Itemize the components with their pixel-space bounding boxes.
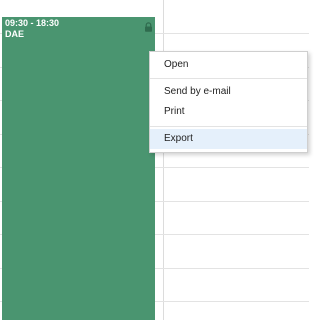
menu-item-print[interactable]: Print xyxy=(150,102,307,122)
event-time-range: 09:30 - 18:30 xyxy=(5,18,60,28)
lock-icon xyxy=(144,19,153,32)
menu-item-export[interactable]: Export xyxy=(150,129,307,149)
menu-separator xyxy=(150,126,307,127)
calendar-event[interactable]: 09:30 - 18:30 DAE xyxy=(2,17,155,320)
menu-item-open[interactable]: Open xyxy=(150,55,307,75)
event-title: DAE xyxy=(5,29,25,39)
context-menu: Open Send by e-mail Print Export xyxy=(149,51,308,153)
menu-separator xyxy=(150,78,307,79)
day-column-divider xyxy=(163,0,164,320)
menu-item-send-by-email[interactable]: Send by e-mail xyxy=(150,82,307,102)
